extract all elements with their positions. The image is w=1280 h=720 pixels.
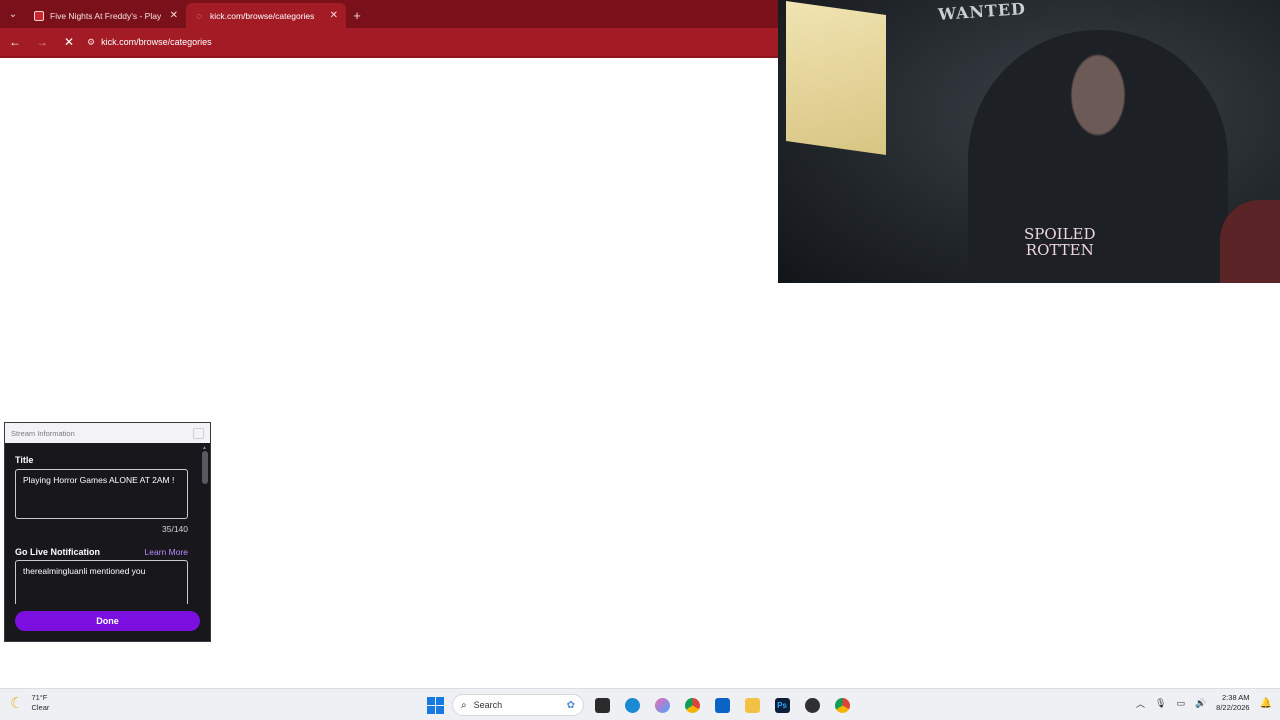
- webcam-shirt-text: SPOILED ROTTEN: [1024, 226, 1096, 258]
- search-placeholder: Search: [473, 700, 503, 710]
- fnaf-favicon-icon: [34, 10, 44, 21]
- address-bar[interactable]: ⚙ kick.com/browse/categories: [87, 31, 778, 53]
- obs-icon[interactable]: [800, 693, 824, 717]
- dock-title: Stream Information: [11, 428, 75, 438]
- stop-loading-icon[interactable]: ✕: [57, 30, 81, 54]
- file-explorer-icon[interactable]: [740, 693, 764, 717]
- copilot-icon[interactable]: [650, 693, 674, 717]
- title-char-counter: 35/140: [162, 524, 188, 534]
- webcam-poster-text: WANTED: [937, 0, 1027, 25]
- network-icon[interactable]: ▭: [1176, 698, 1185, 709]
- dock-close-icon[interactable]: [193, 427, 204, 439]
- microphone-icon[interactable]: 🎙: [1155, 698, 1166, 709]
- chevron-up-icon[interactable]: ︿: [1136, 697, 1145, 710]
- webcam-chair: [1220, 200, 1280, 283]
- taskbar-search[interactable]: ⌕ Search ✿: [452, 694, 584, 716]
- webcam-overlay: WANTED SPOILED ROTTEN: [778, 0, 1280, 283]
- chrome-icon[interactable]: [680, 693, 704, 717]
- tab-fnaf[interactable]: Five Nights At Freddy's - Play Fr ✕: [26, 3, 186, 28]
- scroll-up-icon[interactable]: ▲: [201, 445, 208, 451]
- browser-tab-strip: ⌄ Five Nights At Freddy's - Play Fr ✕ ◌ …: [0, 0, 778, 28]
- stream-information-dock: Stream Information Title Playing Horror …: [4, 422, 211, 642]
- taskbar: ☾ 71°F Clear ⌕ Search ✿ Ps ︿ 🎙 ▭ 🔊 2:38 …: [0, 688, 1280, 720]
- taskbar-apps: ⌕ Search ✿ Ps: [424, 693, 854, 717]
- photoshop-icon[interactable]: Ps: [770, 693, 794, 717]
- search-highlight-icon: ✿: [566, 699, 575, 711]
- system-tray: ︿ 🎙 ▭ 🔊 2:38 AM 8/22/2026 🔔: [1136, 693, 1272, 713]
- chrome-active-icon[interactable]: [830, 693, 854, 717]
- tab-search-chevron-icon[interactable]: ⌄: [0, 0, 26, 28]
- clock-time: 2:38 AM: [1222, 693, 1250, 702]
- weather-desc: Clear: [31, 703, 50, 712]
- scrollbar-thumb[interactable]: [202, 451, 208, 484]
- task-view-icon[interactable]: [590, 693, 614, 717]
- edge-icon[interactable]: [620, 693, 644, 717]
- windows-start-icon[interactable]: [424, 694, 446, 716]
- close-icon[interactable]: ✕: [170, 10, 178, 21]
- browser-toolbar: ← → ✕ ⚙ kick.com/browse/categories: [0, 28, 778, 56]
- clock[interactable]: 2:38 AM 8/22/2026: [1216, 693, 1249, 713]
- notification-input[interactable]: therealmingluanli mentioned you: [15, 560, 188, 604]
- go-live-notification-label: Go Live Notification: [15, 547, 101, 557]
- loading-favicon-icon: ◌: [196, 10, 202, 21]
- back-arrow-icon[interactable]: ←: [3, 30, 27, 54]
- weather-text: 71°F Clear: [31, 693, 49, 713]
- dock-scrollbar[interactable]: ▲: [201, 445, 208, 605]
- title-label: Title: [15, 455, 34, 465]
- done-button[interactable]: Done: [15, 611, 200, 631]
- search-icon: ⌕: [461, 699, 467, 711]
- url-text: kick.com/browse/categories: [101, 37, 212, 47]
- webcam-light-panel: [786, 0, 886, 156]
- site-info-icon[interactable]: ⚙: [87, 37, 95, 48]
- dock-titlebar[interactable]: Stream Information: [5, 423, 210, 443]
- new-tab-button[interactable]: +: [346, 3, 368, 28]
- shirt-line-2: ROTTEN: [1025, 241, 1094, 259]
- close-icon[interactable]: ✕: [330, 10, 338, 21]
- forward-arrow-icon[interactable]: →: [30, 30, 54, 54]
- outlook-icon[interactable]: [710, 693, 734, 717]
- tab-label: kick.com/browse/categories: [210, 10, 315, 21]
- shirt-line-1: SPOILED: [1024, 225, 1096, 243]
- weather-widget[interactable]: ☾ 71°F Clear: [10, 693, 49, 713]
- learn-more-link[interactable]: Learn More: [145, 547, 188, 557]
- title-input[interactable]: Playing Horror Games ALONE AT 2AM !: [15, 469, 188, 519]
- moon-icon: ☾: [10, 695, 24, 712]
- volume-icon[interactable]: 🔊: [1195, 698, 1206, 709]
- notification-bell-icon[interactable]: 🔔: [1260, 698, 1272, 709]
- webcam-streamer: [968, 30, 1228, 283]
- loading-bar: [0, 56, 778, 58]
- tab-label: Five Nights At Freddy's - Play Fr: [50, 10, 164, 21]
- tab-kick-categories[interactable]: ◌ kick.com/browse/categories ✕: [186, 3, 346, 28]
- weather-temp: 71°F: [31, 693, 48, 702]
- dock-body: Title Playing Horror Games ALONE AT 2AM …: [5, 443, 210, 641]
- clock-date: 8/22/2026: [1216, 703, 1250, 712]
